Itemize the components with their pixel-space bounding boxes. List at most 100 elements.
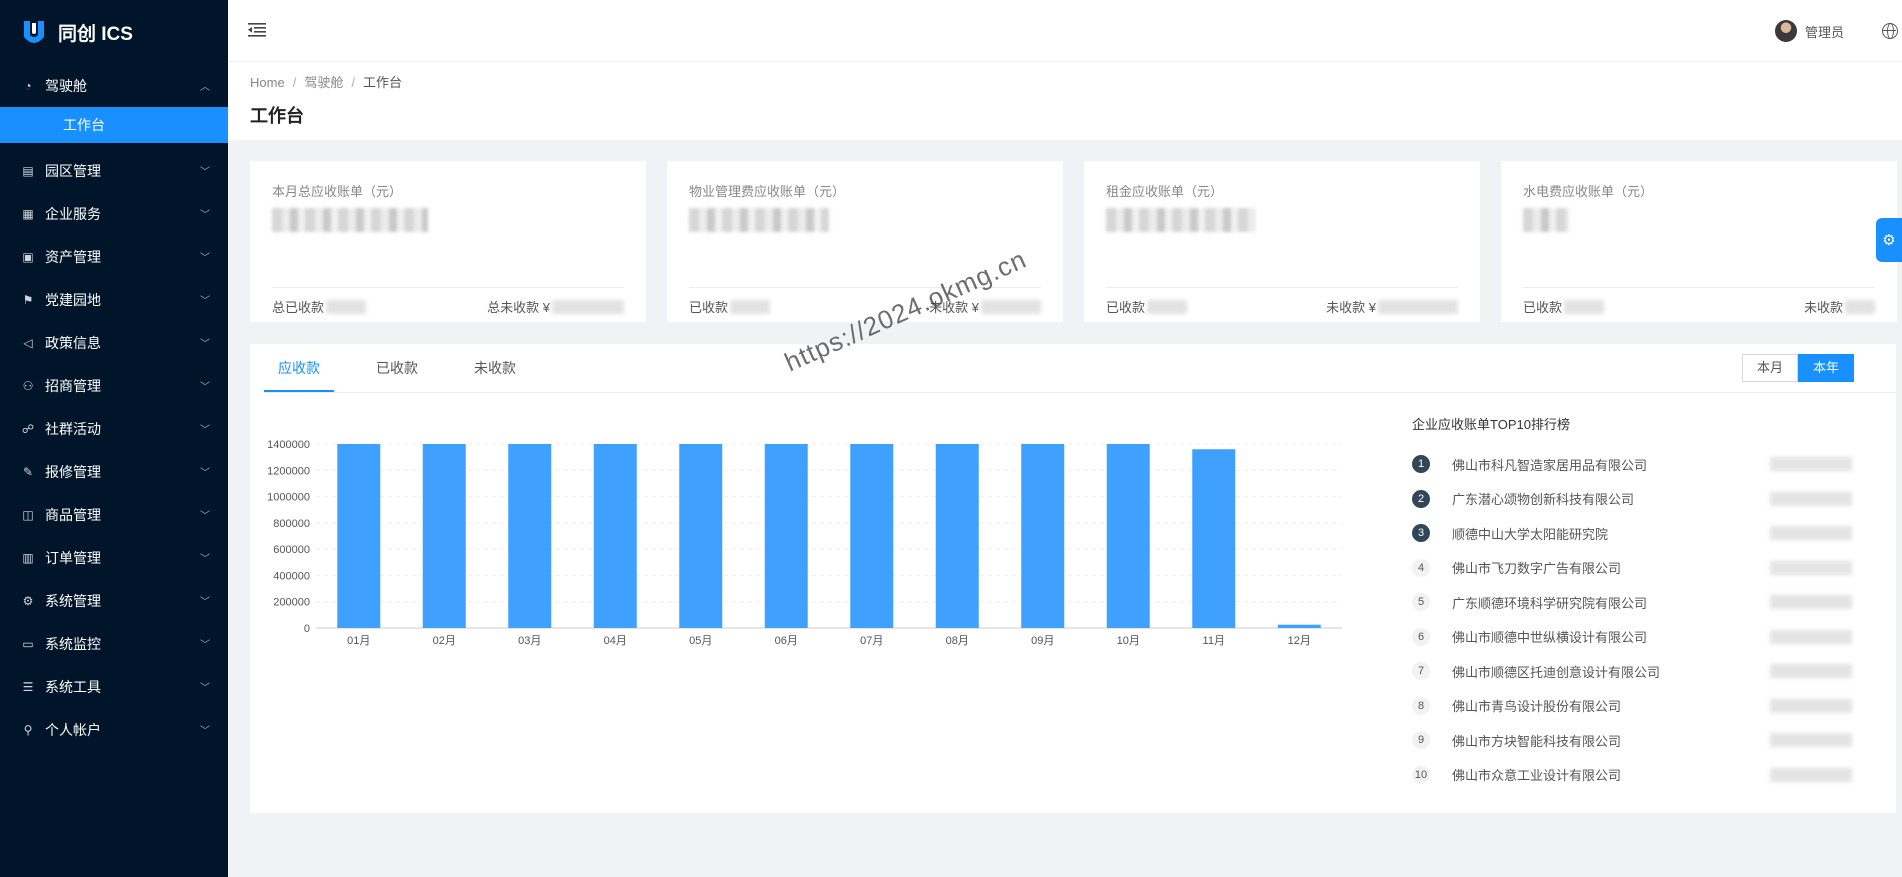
rank-number: 4 (1412, 558, 1430, 577)
y-tick-label: 200000 (273, 597, 310, 609)
card-received: 已收款 (1106, 297, 1188, 316)
card-received: 已收款 (689, 297, 771, 316)
language-icon[interactable] (1882, 23, 1898, 39)
rank-number: 6 (1412, 627, 1430, 646)
bag-icon: ◫ (22, 507, 34, 522)
monitor-icon: ▭ (22, 636, 34, 651)
sidebar-item-4[interactable]: ⚑ 党建园地 ﹀ (0, 278, 228, 321)
sidebar-item-14[interactable]: ⚲ 个人帐户 ﹀ (0, 708, 228, 751)
x-tick-label: 01月 (347, 635, 370, 647)
chevron-down-icon: ﹀ (200, 382, 210, 393)
receivable-tabs: 应收款 已收款 未收款 (264, 344, 558, 392)
company-name: 广东潜心颂物创新科技有限公司 (1452, 492, 1635, 508)
sidebar-item-7[interactable]: ☍ 社群活动 ﹀ (0, 407, 228, 450)
sidebar-item-0[interactable]: ◔ 驾驶舱 ︿ (0, 64, 228, 107)
app-title: 同创 ICS (58, 23, 133, 45)
tab-receivable[interactable]: 应收款 (264, 344, 334, 392)
rank-number: 3 (1412, 524, 1430, 543)
ranking-list: 1 佛山市科凡智造家居用品有限公司 2 广东潜心颂物创新科技有限公司 3 顺德中山大学太阳… (1412, 447, 1852, 792)
sidebar-item-label: 党建园地 (45, 291, 101, 308)
card-value-blurred (1106, 208, 1256, 232)
avatar (1774, 20, 1797, 42)
bar-05月 (679, 444, 723, 628)
company-name: 佛山市顺德区托迪创意设计有限公司 (1452, 664, 1661, 680)
range-month-button[interactable]: 本月 (1741, 354, 1798, 382)
list-item: 8 佛山市青鸟设计股份有限公司 (1412, 689, 1852, 724)
x-tick-label: 11月 (1203, 635, 1225, 647)
amount-blurred (1770, 560, 1852, 575)
sidebar-menu: ◔ 驾驶舱 ︿ 工作台 ▤ 园区管理 ﹀ ▦ 企业服务 ﹀ ▣ 资产管理 ﹀ ⚑ 党建园地 ﹀ ◁ 政策信息 ﹀ ⚇ 招… (0, 64, 228, 751)
chevron-down-icon: ﹀ (200, 339, 210, 350)
gear-icon: ⚙ (1882, 232, 1896, 249)
list-item: 2 广东潜心颂物创新科技有限公司 (1412, 482, 1852, 517)
chevron-down-icon: ﹀ (200, 253, 210, 264)
sidebar-item-5[interactable]: ◁ 政策信息 ﹀ (0, 321, 228, 364)
chevron-down-icon: ﹀ (200, 296, 210, 307)
monthly-bar-chart: 0 200000 400000 600000 800000 1000000 1200000 1… (250, 414, 1370, 744)
sidebar-item-11[interactable]: ⚙ 系统管理 ﹀ (0, 579, 228, 622)
bar-07月 (850, 444, 894, 628)
user-icon: ⚲ (23, 722, 33, 737)
sidebar-item-label: 驾驶舱 (45, 77, 87, 94)
range-year-button[interactable]: 本年 (1797, 354, 1854, 382)
card-received: 已收款 (1523, 297, 1605, 316)
sidebar-item-12[interactable]: ▭ 系统监控 ﹀ (0, 622, 228, 665)
user-menu[interactable]: 管理员 (1774, 20, 1844, 42)
menu-fold-icon[interactable] (248, 22, 266, 38)
bar-04月 (593, 444, 637, 628)
sidebar-item-6[interactable]: ⚇ 招商管理 ﹀ (0, 364, 228, 407)
sidebar-item-1[interactable]: ▤ 园区管理 ﹀ (0, 149, 228, 192)
card-unreceived: 总未收款 ¥ (487, 297, 624, 316)
sidebar-item-10[interactable]: ▥ 订单管理 ﹀ (0, 536, 228, 579)
chevron-down-icon: ﹀ (200, 683, 210, 694)
sidebar-item-9[interactable]: ◫ 商品管理 ﹀ (0, 493, 228, 536)
x-tick-label: 03月 (518, 635, 541, 647)
tool-icon: ☰ (22, 679, 34, 694)
sidebar-item-8[interactable]: ✎ 报修管理 ﹀ (0, 450, 228, 493)
bar-02月 (422, 444, 466, 628)
sidebar-item-3[interactable]: ▣ 资产管理 ﹀ (0, 235, 228, 278)
card-unreceived: 未收款 ¥ (1326, 297, 1458, 316)
tab-received[interactable]: 已收款 (362, 344, 432, 392)
company-name: 顺德中山大学太阳能研究院 (1452, 526, 1609, 542)
chevron-down-icon: ﹀ (200, 425, 210, 436)
list-item: 3 顺德中山大学太阳能研究院 (1412, 516, 1852, 551)
stat-card-property: 物业管理费应收账单（元） 已收款 未收款 ¥ (667, 161, 1063, 322)
company-name: 佛山市科凡智造家居用品有限公司 (1452, 457, 1648, 473)
sidebar-item-13[interactable]: ☰ 系统工具 ﹀ (0, 665, 228, 708)
bar-12月 (1277, 624, 1321, 628)
x-tick-label: 08月 (946, 635, 969, 647)
top10-ranking: 企业应收账单TOP10排行榜 1 佛山市科凡智造家居用品有限公司 2 广东潜心颂物创新… (1412, 414, 1852, 792)
chevron-down-icon: ﹀ (200, 511, 210, 522)
x-tick-label: 02月 (433, 635, 456, 647)
app-logo[interactable]: 同创 ICS (0, 0, 228, 64)
page-header: Home / 驾驶舱 / 工作台 工作台 (228, 62, 1902, 140)
list-item: 1 佛山市科凡智造家居用品有限公司 (1412, 447, 1852, 482)
breadcrumb-home[interactable]: Home (250, 75, 285, 90)
settings-drawer-button[interactable]: ⚙ (1876, 218, 1902, 262)
sidebar-item-2[interactable]: ▦ 企业服务 ﹀ (0, 192, 228, 235)
sidebar-item-label: 系统工具 (45, 678, 101, 695)
breadcrumb-level1[interactable]: 驾驶舱 (304, 75, 343, 90)
card-title: 水电费应收账单（元） (1523, 184, 1654, 199)
sidebar-item-label: 资产管理 (45, 248, 101, 265)
range-toggle: 本月 本年 (1741, 354, 1854, 382)
chevron-down-icon: ﹀ (200, 726, 210, 737)
breadcrumb-current: 工作台 (362, 75, 402, 90)
user-name: 管理员 (1804, 24, 1844, 40)
asset-icon: ▣ (22, 249, 34, 264)
chevron-down-icon: ﹀ (200, 597, 210, 608)
team-icon: ⚇ (22, 378, 34, 393)
bar-09月 (1021, 444, 1065, 628)
tab-unreceived[interactable]: 未收款 (460, 344, 530, 392)
list-item: 7 佛山市顺德区托迪创意设计有限公司 (1412, 654, 1852, 689)
sidebar-item-label: 商品管理 (45, 506, 101, 523)
x-tick-label: 09月 (1031, 635, 1054, 647)
sidebar-item-label: 企业服务 (45, 205, 101, 222)
sidebar-item-label: 招商管理 (45, 377, 101, 394)
y-tick-label: 0 (304, 623, 310, 635)
sidebar-item-label: 园区管理 (45, 162, 101, 179)
sidebar-subitem-workbench[interactable]: 工作台 (0, 107, 228, 143)
bar-03月 (508, 444, 552, 628)
rank-number: 8 (1412, 696, 1430, 715)
